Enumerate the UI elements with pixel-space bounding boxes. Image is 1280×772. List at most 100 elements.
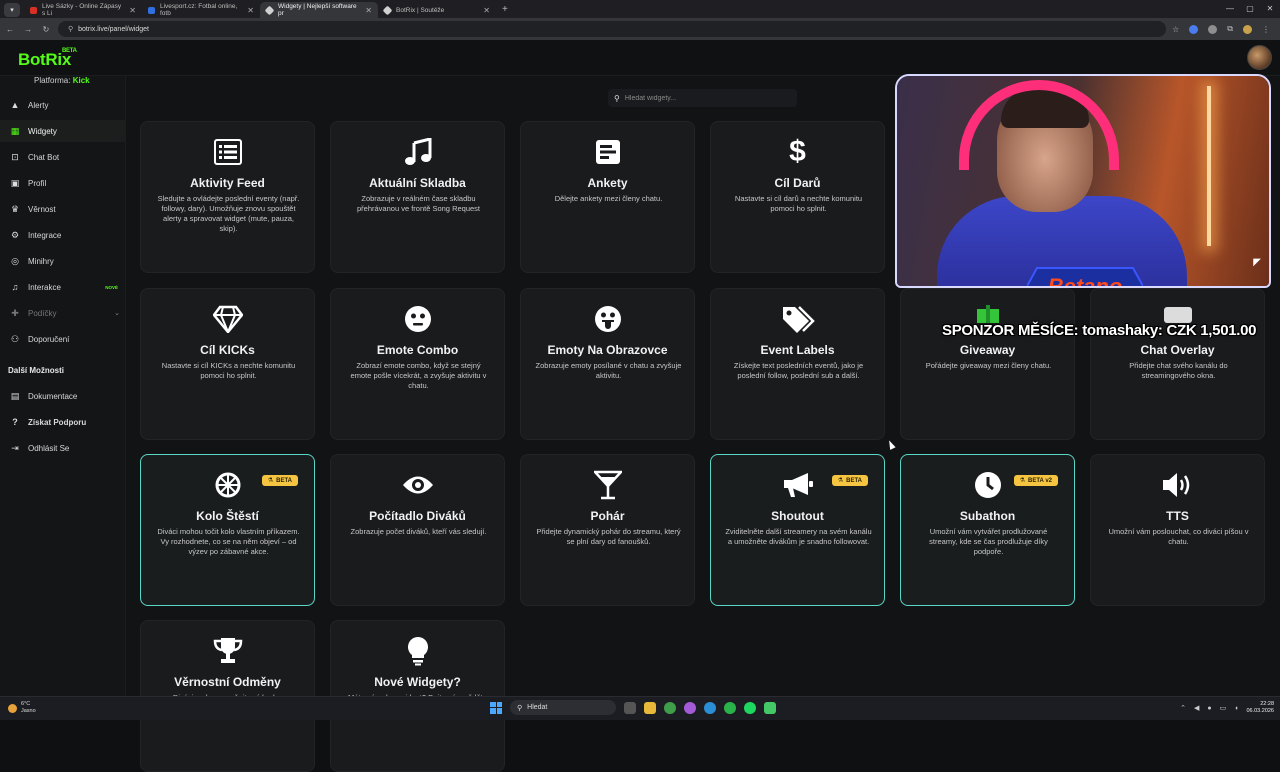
platform-indicator: Platforma: Kick (34, 76, 90, 85)
app-header: BotRix BETA (0, 40, 1280, 76)
url-field[interactable]: ⚲ botrix.live/panel/widget (58, 21, 1167, 37)
forward-icon[interactable]: → (22, 25, 34, 34)
widget-card-giveaway[interactable]: Giveaway Pořádejte giveaway mezi členy c… (900, 288, 1075, 440)
windows-start-icon[interactable] (490, 701, 502, 714)
widget-card-pocitadlo-divaku[interactable]: Počítadlo Diváků Zobrazuje počet diváků,… (330, 454, 505, 606)
widget-title: Nové Widgety? (374, 675, 461, 689)
new-tab-icon[interactable]: + (502, 4, 508, 15)
extensions-puzzle-icon[interactable]: ⧉ (1227, 24, 1233, 34)
sidebar-item-podicky[interactable]: ✚ Podíčky ⌄ (0, 302, 126, 324)
address-bar: ← → ↻ ⚲ botrix.live/panel/widget ☆ ⧉ ⋮ (0, 18, 1280, 40)
sidebar-item-doporuceni[interactable]: ⚇ Doporučení (0, 328, 126, 350)
profile-icon: ▣ (10, 177, 20, 188)
browser-tab[interactable]: Live Sázky - Online Zápasy s Li ✕ (24, 2, 142, 18)
badge-label: BETA (276, 477, 292, 484)
extension-icon[interactable] (1189, 24, 1199, 34)
webcam-overlay: Betano ◤ (895, 74, 1271, 288)
sidebar-item-profil[interactable]: ▣ Profil (0, 172, 126, 194)
taskbar-search[interactable]: ⚲ Hledat (510, 700, 616, 715)
sidebar-item-integrace[interactable]: ⚙ Integrace (0, 224, 126, 246)
file-explorer-icon[interactable] (644, 701, 656, 714)
close-icon[interactable]: ✕ (365, 6, 372, 15)
speaker-tray-icon[interactable]: ◀ (1194, 704, 1199, 712)
close-icon[interactable]: ✕ (247, 6, 254, 15)
gift-icon: ✚ (11, 307, 19, 318)
close-icon[interactable]: ✕ (483, 6, 490, 15)
sidebar-item-ziskat-podporu[interactable]: ? Získat Podporu (0, 411, 126, 433)
widget-title: Ankety (587, 176, 628, 190)
widget-description: Dělejte ankety mezi členy chatu. (554, 194, 663, 203)
clock[interactable]: 22:28 06.03.2026 (1246, 701, 1274, 715)
sidebar-item-dokumentace[interactable]: ▤ Dokumentace (0, 385, 126, 407)
browser-tab[interactable]: BotRix | Soutěže ✕ (378, 2, 496, 18)
weather-widget[interactable]: 6°C Jasno (8, 701, 36, 715)
widget-description: Diváci mohou točit kolo vlastním příkaze… (157, 527, 300, 556)
bookmark-star-icon[interactable]: ☆ (1172, 25, 1179, 34)
cocktail-icon (521, 470, 694, 500)
widget-title: Giveaway (959, 343, 1016, 357)
browser-tab-active[interactable]: Widgety | Nejlepší software pr ✕ (260, 2, 378, 18)
sidebar-item-label: Interakce (28, 282, 61, 292)
reload-icon[interactable]: ↻ (40, 25, 52, 34)
trophy-icon: ♛ (10, 203, 20, 214)
sidebar-item-minihry[interactable]: ◎ Minihry (0, 250, 126, 272)
menu-dots-icon[interactable]: ⋮ (1262, 25, 1270, 34)
url-text: botrix.live/panel/widget (78, 25, 149, 33)
widget-card-ankety[interactable]: Ankety Dělejte ankety mezi členy chatu. (520, 121, 695, 273)
widget-card-aktualni-skladba[interactable]: Aktuální Skladba Zobrazuje v reálném čas… (330, 121, 505, 273)
whatsapp-icon[interactable] (724, 701, 736, 714)
chrome-icon[interactable] (664, 701, 676, 714)
sidebar-item-chat-bot[interactable]: ⊡ Chat Bot (0, 146, 126, 168)
sidebar-item-label: Věrnost (28, 204, 56, 214)
tab-list-button[interactable]: ▾ (4, 3, 20, 17)
tab-label: Livesport.cz: Fotbal online, fotb (160, 3, 238, 17)
sidebar-item-interakce[interactable]: ♫ Interakce NOVÉ (0, 276, 126, 298)
widget-card-emote-combo[interactable]: Emote Combo Zobrazí emote combo, když se… (330, 288, 505, 440)
sidebar-item-label: Získat Podporu (28, 417, 87, 427)
widget-card-kolo-stesti[interactable]: ⚗ BETA Kolo Štěstí Diváci mohou točit kol… (140, 454, 315, 606)
spotify-icon[interactable] (744, 701, 756, 714)
messenger-icon[interactable] (684, 701, 696, 714)
tab-label: Live Sázky - Online Zápasy s Li (42, 3, 122, 17)
widget-card-aktivity-feed[interactable]: Aktivity Feed Sledujte a ovládejte posle… (140, 121, 315, 273)
users-icon: ⚇ (10, 333, 20, 344)
widget-card-cil-kicks[interactable]: Cíl KICKs Nastavte si cíl KICKs a nechte… (140, 288, 315, 440)
widget-card-cil-daru[interactable]: $ Cíl Darů Nastavte si cíl darů a nechte… (710, 121, 885, 273)
widget-card-tts[interactable]: TTS Umožní vám poslouchat, co diváci píš… (1090, 454, 1265, 606)
widget-card-shoutout[interactable]: ⚗ BETA Shoutout Zviditelněte další stream… (710, 454, 885, 606)
widget-card-chat-overlay[interactable]: Chat Overlay Přidejte chat svého kanálu … (1090, 288, 1265, 440)
app-icon[interactable] (764, 701, 776, 714)
tray-chevron-icon[interactable]: ⌃ (1180, 704, 1186, 712)
back-icon[interactable]: ← (4, 25, 16, 34)
sidebar-item-alerty[interactable]: ▲ Alerty (0, 94, 126, 116)
widget-card-event-labels[interactable]: Event Labels Získejte text posledních ev… (710, 288, 885, 440)
chevron-down-icon[interactable]: ⌄ (114, 309, 120, 317)
browser-tab-bar: ▾ Live Sázky - Online Zápasy s Li ✕ Lives… (0, 0, 1280, 18)
profile-icon[interactable] (1243, 24, 1252, 34)
volume-icon[interactable]: ◖ (1234, 705, 1238, 712)
windows-taskbar: 6°C Jasno ⚲ Hledat ⌃ ◀ ● ▭ ◖ 22:28 06.03.20… (0, 696, 1280, 720)
tab-favicon (30, 6, 37, 14)
edge-icon[interactable] (704, 701, 716, 714)
sidebar-item-widgety[interactable]: ▦ Widgety (0, 120, 126, 142)
maximize-icon[interactable]: ▢ (1240, 0, 1260, 18)
botrix-logo[interactable]: BotRix BETA (18, 48, 77, 70)
music-icon: ♫ (11, 282, 19, 292)
site-info-icon[interactable]: ⚲ (68, 25, 73, 33)
browser-tab[interactable]: Livesport.cz: Fotbal online, fotb ✕ (142, 2, 260, 18)
widget-card-pohar[interactable]: Pohár Přidejte dynamický pohár do stream… (520, 454, 695, 606)
search-input[interactable] (624, 94, 785, 102)
sidebar-item-odhlasit-se[interactable]: ⇥ Odhlásit Se (0, 437, 126, 459)
widget-card-subathon[interactable]: ⚗ BETA v2 Subathon Umožní vám vytvářet pr… (900, 454, 1075, 606)
sidebar-item-vernost[interactable]: ♛ Věrnost (0, 198, 126, 220)
window-close-icon[interactable]: ✕ (1260, 0, 1280, 18)
network-icon[interactable]: ▭ (1220, 704, 1227, 712)
user-avatar[interactable] (1247, 45, 1272, 70)
logout-icon: ⇥ (11, 442, 19, 453)
mic-icon[interactable]: ● (1207, 705, 1211, 712)
extension-icon[interactable] (1208, 24, 1218, 34)
widget-card-emoty-na-obrazovce[interactable]: Emoty Na Obrazovce Zobrazuje emoty posíl… (520, 288, 695, 440)
close-icon[interactable]: ✕ (129, 6, 136, 15)
minimize-icon[interactable]: — (1220, 0, 1240, 18)
task-view-icon[interactable] (624, 701, 636, 714)
